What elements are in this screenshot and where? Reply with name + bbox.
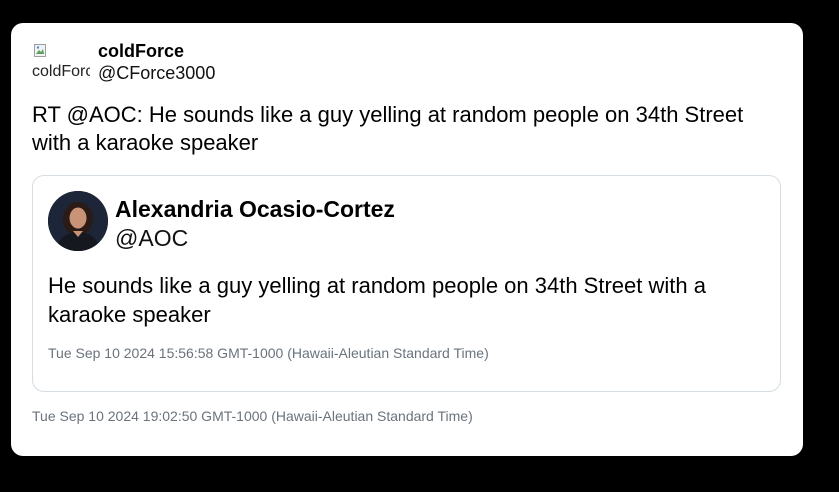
tweet-header: coldForce coldForce @CForce3000 — [32, 40, 432, 86]
avatar-alt-text: coldForce — [32, 63, 90, 80]
profile-photo-icon — [48, 191, 108, 251]
broken-image-icon — [34, 44, 46, 57]
quoted-author-names: Alexandria Ocasio-Cortez @AOC — [115, 195, 395, 253]
tweet-timestamp[interactable]: Tue Sep 10 2024 19:02:50 GMT-1000 (Hawai… — [32, 408, 473, 424]
tweet-card: coldForce coldForce @CForce3000 RT @AOC:… — [11, 23, 803, 456]
quoted-handle[interactable]: @AOC — [115, 223, 395, 253]
author-handle[interactable]: @CForce3000 — [98, 62, 215, 84]
quoted-tweet[interactable]: Alexandria Ocasio-Cortez @AOC He sounds … — [32, 175, 781, 392]
author-names: coldForce @CForce3000 — [98, 40, 215, 84]
tweet-text: RT @AOC: He sounds like a guy yelling at… — [32, 102, 744, 155]
avatar[interactable]: coldForce — [32, 43, 90, 85]
quoted-display-name[interactable]: Alexandria Ocasio-Cortez — [115, 195, 395, 223]
quoted-text: He sounds like a guy yelling at random p… — [48, 273, 706, 327]
quoted-avatar[interactable] — [48, 191, 108, 251]
author-display-name[interactable]: coldForce — [98, 40, 215, 62]
quoted-timestamp[interactable]: Tue Sep 10 2024 15:56:58 GMT-1000 (Hawai… — [48, 345, 489, 361]
